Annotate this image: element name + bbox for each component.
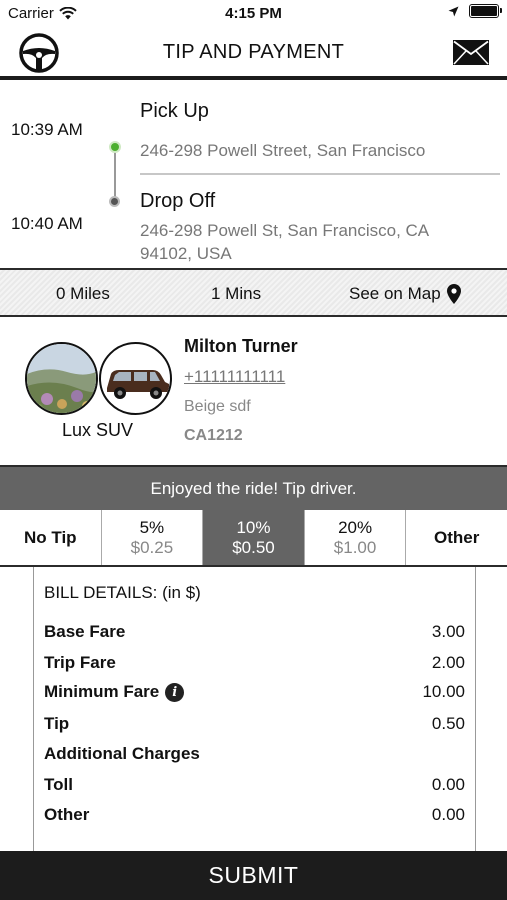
pickup-address: 246-298 Powell Street, San Francisco xyxy=(140,141,426,160)
tip-option-5[interactable]: 5% $0.25 xyxy=(101,510,204,565)
pickup-dot-icon xyxy=(109,141,121,153)
bill-row-value: 10.00 xyxy=(422,682,465,701)
dropoff-time: 10:40 AM xyxy=(11,214,83,233)
bill-heading: BILL DETAILS: (in $) xyxy=(44,583,201,602)
driver-phone-link[interactable]: +11111111111 xyxy=(184,367,285,387)
miles-value: 0 Miles xyxy=(56,284,110,303)
driver-photo xyxy=(25,342,98,415)
bill-section-label: Additional Charges xyxy=(44,744,465,764)
vehicle-description: Beige sdf xyxy=(184,398,251,415)
status-time: 4:15 PM xyxy=(225,5,282,22)
tip-option-20[interactable]: 20% $1.00 xyxy=(304,510,407,565)
tip-option-percent: 20% xyxy=(338,517,373,537)
tip-option-amount: $1.00 xyxy=(333,537,377,557)
page-title: TIP AND PAYMENT xyxy=(162,41,345,63)
info-icon[interactable]: i xyxy=(165,682,185,702)
map-pin-icon xyxy=(446,284,461,304)
pickup-time: 10:39 AM xyxy=(11,120,83,139)
vehicle-type: Lux SUV xyxy=(62,420,134,440)
bill-row: Toll 0.00 xyxy=(44,775,465,795)
bill-row-value: 3.00 xyxy=(431,622,465,641)
see-on-map-link[interactable]: See on Map xyxy=(349,284,461,304)
bill-row-value: 0.50 xyxy=(431,714,465,733)
vehicle-photo xyxy=(99,342,172,415)
bill-row: Tip 0.50 xyxy=(44,714,465,734)
bill-row: Base Fare 3.00 xyxy=(44,622,465,642)
tip-option-label: No Tip xyxy=(24,527,77,547)
bill-row-label: Base Fare xyxy=(44,622,126,641)
bill-row-value: 0.00 xyxy=(431,805,465,824)
suv-icon xyxy=(107,370,169,399)
trip-separator xyxy=(140,173,500,175)
tip-option-label: Other xyxy=(434,527,480,547)
tip-options: No Tip 5% $0.25 10% $0.50 20% $1.00 Othe… xyxy=(0,510,507,567)
nav-bar: TIP AND PAYMENT xyxy=(0,28,507,78)
driver-name: Milton Turner xyxy=(184,336,298,356)
dropoff-label: Drop Off xyxy=(140,190,216,212)
tip-option-10[interactable]: 10% $0.50 xyxy=(203,510,305,565)
bill-row-label-group: Minimum Fare i xyxy=(44,682,185,702)
tip-option-no-tip[interactable]: No Tip xyxy=(0,510,102,565)
bill-details-card: BILL DETAILS: (in $) Base Fare 3.00 Trip… xyxy=(33,567,476,851)
bill-row-label: Additional Charges xyxy=(44,744,200,763)
bill-row: Minimum Fare i 10.00 xyxy=(44,682,465,702)
bill-row-label: Other xyxy=(44,805,90,824)
tip-option-percent: 10% xyxy=(236,517,271,537)
tip-option-amount: $0.50 xyxy=(232,537,275,557)
bill-row-label: Trip Fare xyxy=(44,653,116,672)
tip-option-amount: $0.25 xyxy=(130,537,174,557)
bill-row: Other 0.00 xyxy=(44,805,465,825)
battery-icon xyxy=(469,4,502,18)
bill-row-value: 2.00 xyxy=(431,653,465,672)
driver-card: Lux SUV Milton Turner +11111111111 Beige… xyxy=(0,317,507,465)
status-bar: Carrier 4:15 PM xyxy=(0,0,507,28)
bill-row-label: Toll xyxy=(44,775,73,794)
mail-icon[interactable] xyxy=(453,40,489,65)
dropoff-dot-icon xyxy=(109,196,120,207)
landscape-photo-icon xyxy=(27,344,96,413)
location-arrow-icon xyxy=(448,6,459,16)
bill-row-value: 0.00 xyxy=(431,775,465,794)
route-line xyxy=(114,148,116,201)
tip-option-other[interactable]: Other xyxy=(406,510,507,565)
trip-details: 10:39 AM 10:40 AM Pick Up 246-298 Powell… xyxy=(0,80,507,268)
dropoff-address: 246-298 Powell St, San Francisco, CA 941… xyxy=(140,221,429,263)
bill-row-label: Minimum Fare xyxy=(44,682,160,701)
submit-button[interactable]: SUBMIT xyxy=(0,851,507,900)
status-right xyxy=(448,4,502,18)
tip-banner: Enjoyed the ride! Tip driver. xyxy=(0,465,507,510)
see-on-map-label: See on Map xyxy=(349,284,441,303)
mins-value: 1 Mins xyxy=(211,284,262,303)
license-plate: CA1212 xyxy=(184,427,243,444)
bill-scroll-area[interactable]: BILL DETAILS: (in $) Base Fare 3.00 Trip… xyxy=(0,567,507,851)
bill-row-label: Tip xyxy=(44,714,70,733)
bill-row: Trip Fare 2.00 xyxy=(44,653,465,673)
tip-option-percent: 5% xyxy=(139,517,165,537)
trip-stats: 0 Miles 1 Mins See on Map xyxy=(0,268,507,317)
pickup-label: Pick Up xyxy=(140,100,209,122)
